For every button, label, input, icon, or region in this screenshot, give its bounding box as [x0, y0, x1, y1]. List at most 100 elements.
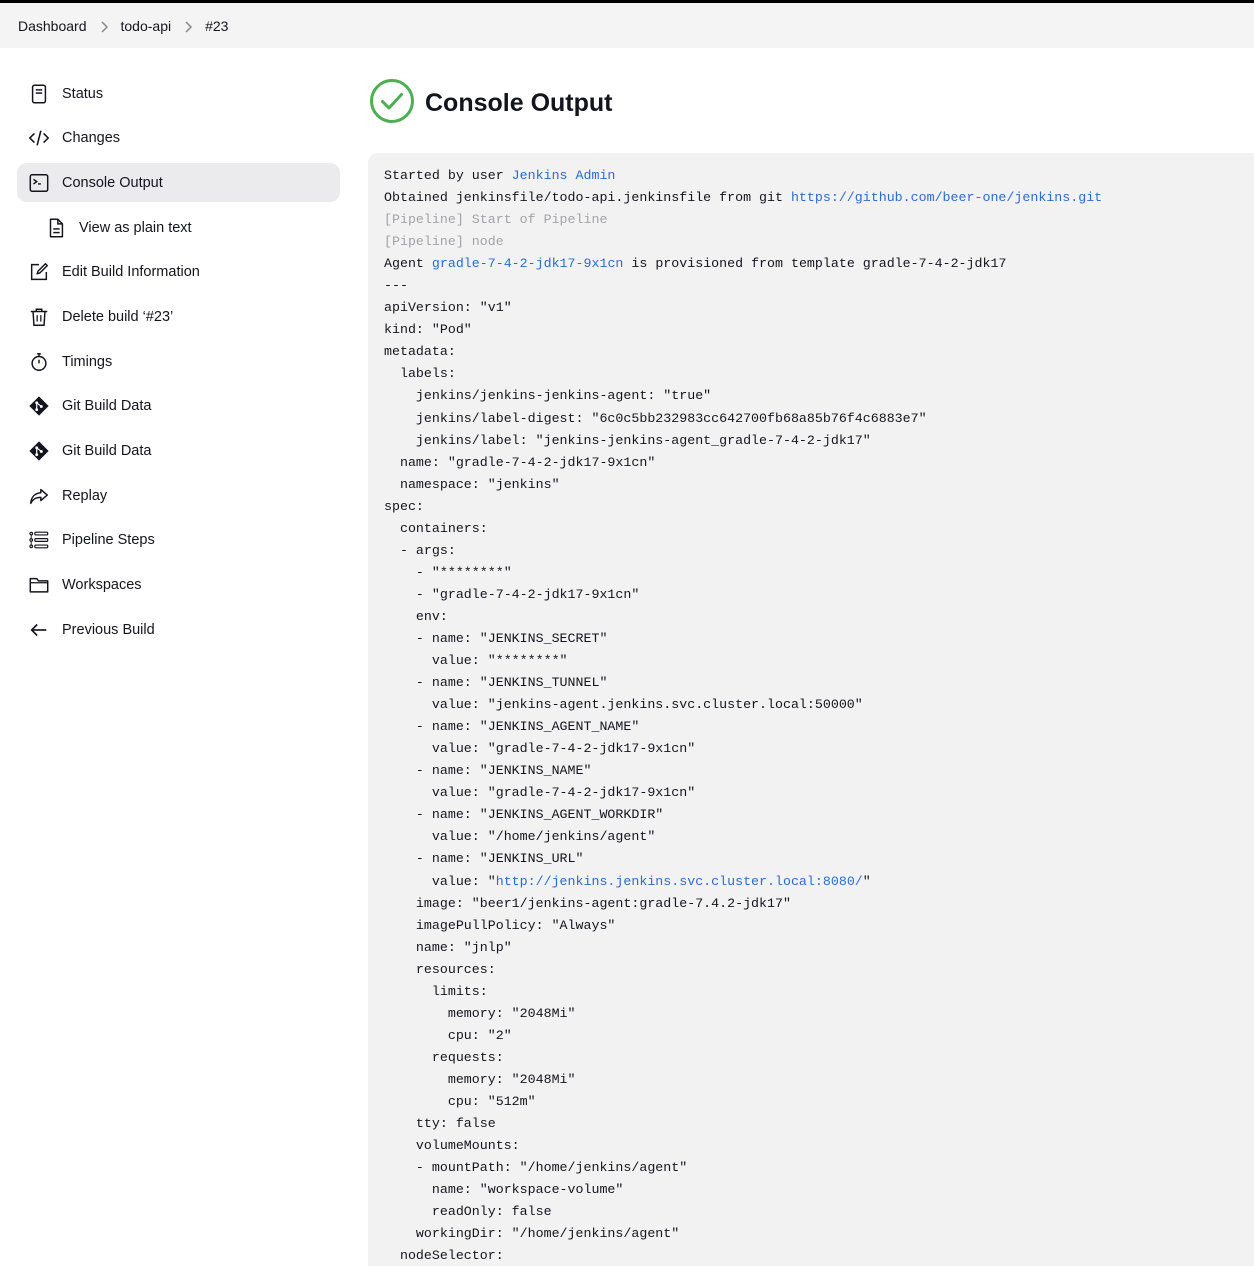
console-line: [Pipeline] node: [384, 234, 504, 250]
console-text: Obtained jenkinsfile/todo-api.jenkinsfil…: [384, 190, 791, 206]
console-line: kind: "Pod": [384, 322, 472, 338]
user-link[interactable]: Jenkins Admin: [512, 168, 616, 183]
sidebar-item-view-plain-text[interactable]: View as plain text: [17, 208, 340, 247]
console-line: memory: "2048Mi": [384, 1071, 576, 1087]
agent-link[interactable]: gradle-7-4-2-jdk17-9x1cn: [432, 256, 624, 271]
console-line: jenkins/jenkins-jenkins-agent: "true": [384, 388, 712, 404]
sidebar-item-label: Edit Build Information: [62, 264, 200, 281]
console-line: memory: "2048Mi": [384, 1005, 576, 1021]
console-line: labels:: [384, 366, 456, 382]
console-line: - name: "JENKINS_TUNNEL": [384, 675, 608, 691]
console-line: Started by user Jenkins Admin: [384, 165, 1254, 187]
console-line: apiVersion: "v1": [384, 300, 512, 316]
console-line: - name: "JENKINS_URL": [384, 851, 584, 867]
git-icon: [28, 440, 50, 462]
breadcrumb-build[interactable]: #23: [205, 18, 228, 34]
yaml-block: image: "beer1/jenkins-agent:gradle-7.4.2…: [384, 893, 1254, 1266]
console-line: env:: [384, 608, 448, 624]
sidebar-item-git-build-data[interactable]: Git Build Data: [17, 432, 340, 471]
sidebar-item-timings[interactable]: Timings: [17, 342, 340, 381]
sidebar-item-label: Console Output: [62, 174, 163, 191]
console-line: volumeMounts:: [384, 1138, 520, 1154]
git-repo-link[interactable]: https://github.com/beer-one/jenkins.git: [791, 190, 1102, 205]
document-icon: [28, 83, 50, 105]
sidebar-item-label: Changes: [62, 130, 121, 147]
trash-icon: [28, 306, 50, 328]
console-line: jenkins/label-digest: "6c0c5bb232983cc64…: [384, 410, 927, 426]
sidebar-item-previous-build[interactable]: Previous Build: [17, 610, 340, 649]
console-line: value: "jenkins-agent.jenkins.svc.cluste…: [384, 697, 863, 713]
console-line: - name: "JENKINS_NAME": [384, 763, 592, 779]
console-line: Obtained jenkinsfile/todo-api.jenkinsfil…: [384, 187, 1254, 209]
console-output: Started by user Jenkins Admin Obtained je…: [368, 153, 1254, 1266]
console-text: Started by user: [384, 168, 512, 183]
edit-icon: [28, 261, 50, 283]
console-line: metadata:: [384, 344, 456, 360]
sidebar-item-edit-build-info[interactable]: Edit Build Information: [17, 253, 340, 292]
arrow-left-icon: [28, 619, 50, 641]
console-line: - name: "JENKINS_AGENT_WORKDIR": [384, 807, 664, 823]
sidebar-item-console-output[interactable]: Console Output: [17, 163, 340, 203]
console-line: ---: [384, 278, 408, 294]
console-text: value: ": [384, 873, 496, 889]
sidebar-item-git-build-data[interactable]: Git Build Data: [17, 387, 340, 426]
console-line: - name: "JENKINS_AGENT_NAME": [384, 719, 640, 735]
sidebar-item-label: Git Build Data: [62, 398, 152, 415]
sidebar-item-label: Pipeline Steps: [62, 532, 155, 549]
console-line: name: "jnlp": [384, 939, 512, 955]
sidebar-item-status[interactable]: Status: [17, 74, 340, 113]
console-line: namespace: "jenkins": [384, 476, 560, 492]
console-line: cpu: "512m": [384, 1093, 536, 1109]
jenkins-url-link[interactable]: http://jenkins.jenkins.svc.cluster.local…: [496, 874, 863, 889]
console-line: cpu: "2": [384, 1027, 512, 1043]
list-icon: [28, 529, 50, 551]
console-line: limits:: [384, 983, 488, 999]
sidebar-item-changes[interactable]: Changes: [17, 119, 340, 158]
console-line: - mountPath: "/home/jenkins/agent": [384, 1160, 688, 1176]
success-check-icon: [369, 78, 415, 129]
console-line: value: "/home/jenkins/agent": [384, 829, 656, 845]
sidebar-item-workspaces[interactable]: Workspaces: [17, 566, 340, 605]
console-line: tty: false: [384, 1116, 496, 1132]
sidebar-item-label: Workspaces: [62, 577, 142, 594]
console-line: image: "beer1/jenkins-agent:gradle-7.4.2…: [384, 895, 791, 911]
console-line: value: "http://jenkins.jenkins.svc.clust…: [384, 871, 1254, 893]
sidebar-item-label: Previous Build: [62, 621, 155, 638]
console-line: imagePullPolicy: "Always": [384, 917, 616, 933]
folder-icon: [28, 574, 50, 596]
breadcrumb-job[interactable]: todo-api: [121, 18, 172, 34]
console-line: spec:: [384, 498, 424, 514]
console-line: value: "********": [384, 653, 568, 669]
console-text: ": [862, 873, 871, 889]
sidebar-item-replay[interactable]: Replay: [17, 476, 340, 515]
console-line: containers:: [384, 520, 488, 536]
sidebar-item-label: Replay: [62, 487, 108, 504]
console-line: value: "gradle-7-4-2-jdk17-9x1cn": [384, 785, 696, 801]
sidebar-item-label: View as plain text: [79, 219, 192, 236]
breadcrumb-dashboard[interactable]: Dashboard: [18, 18, 87, 34]
console-line: - "********": [384, 564, 512, 580]
page-title: Console Output: [425, 89, 613, 117]
yaml-block: --- apiVersion: "v1" kind: "Pod" metadata: …: [384, 275, 1254, 870]
code-icon: [28, 127, 50, 149]
sidebar: Status Changes Console Output View as pl…: [17, 74, 340, 655]
sidebar-item-label: Git Build Data: [62, 443, 152, 459]
page-header: Console Output: [369, 78, 612, 129]
chevron-right-icon: [177, 18, 199, 34]
console-line: resources:: [384, 961, 496, 977]
console-line: - args:: [384, 542, 456, 558]
sidebar-item-label: Timings: [62, 353, 113, 370]
console-line: value: "gradle-7-4-2-jdk17-9x1cn": [384, 741, 696, 757]
sidebar-item-delete-build[interactable]: Delete build ‘#23’: [17, 297, 340, 336]
console-line: nodeSelector:: [384, 1248, 504, 1264]
console-text: Agent: [384, 256, 432, 272]
terminal-icon: [28, 172, 50, 194]
console-line: requests:: [384, 1049, 504, 1065]
console-line: workingDir: "/home/jenkins/agent": [384, 1226, 680, 1242]
replay-icon: [28, 485, 50, 507]
console-line: jenkins/label: "jenkins-jenkins-agent_gr…: [384, 432, 871, 448]
sidebar-item-pipeline-steps[interactable]: Pipeline Steps: [17, 521, 340, 560]
console-log: Started by user Jenkins Admin Obtained je…: [368, 153, 1254, 1266]
console-line: readOnly: false: [384, 1204, 552, 1220]
console-line: name: "gradle-7-4-2-jdk17-9x1cn": [384, 454, 656, 470]
